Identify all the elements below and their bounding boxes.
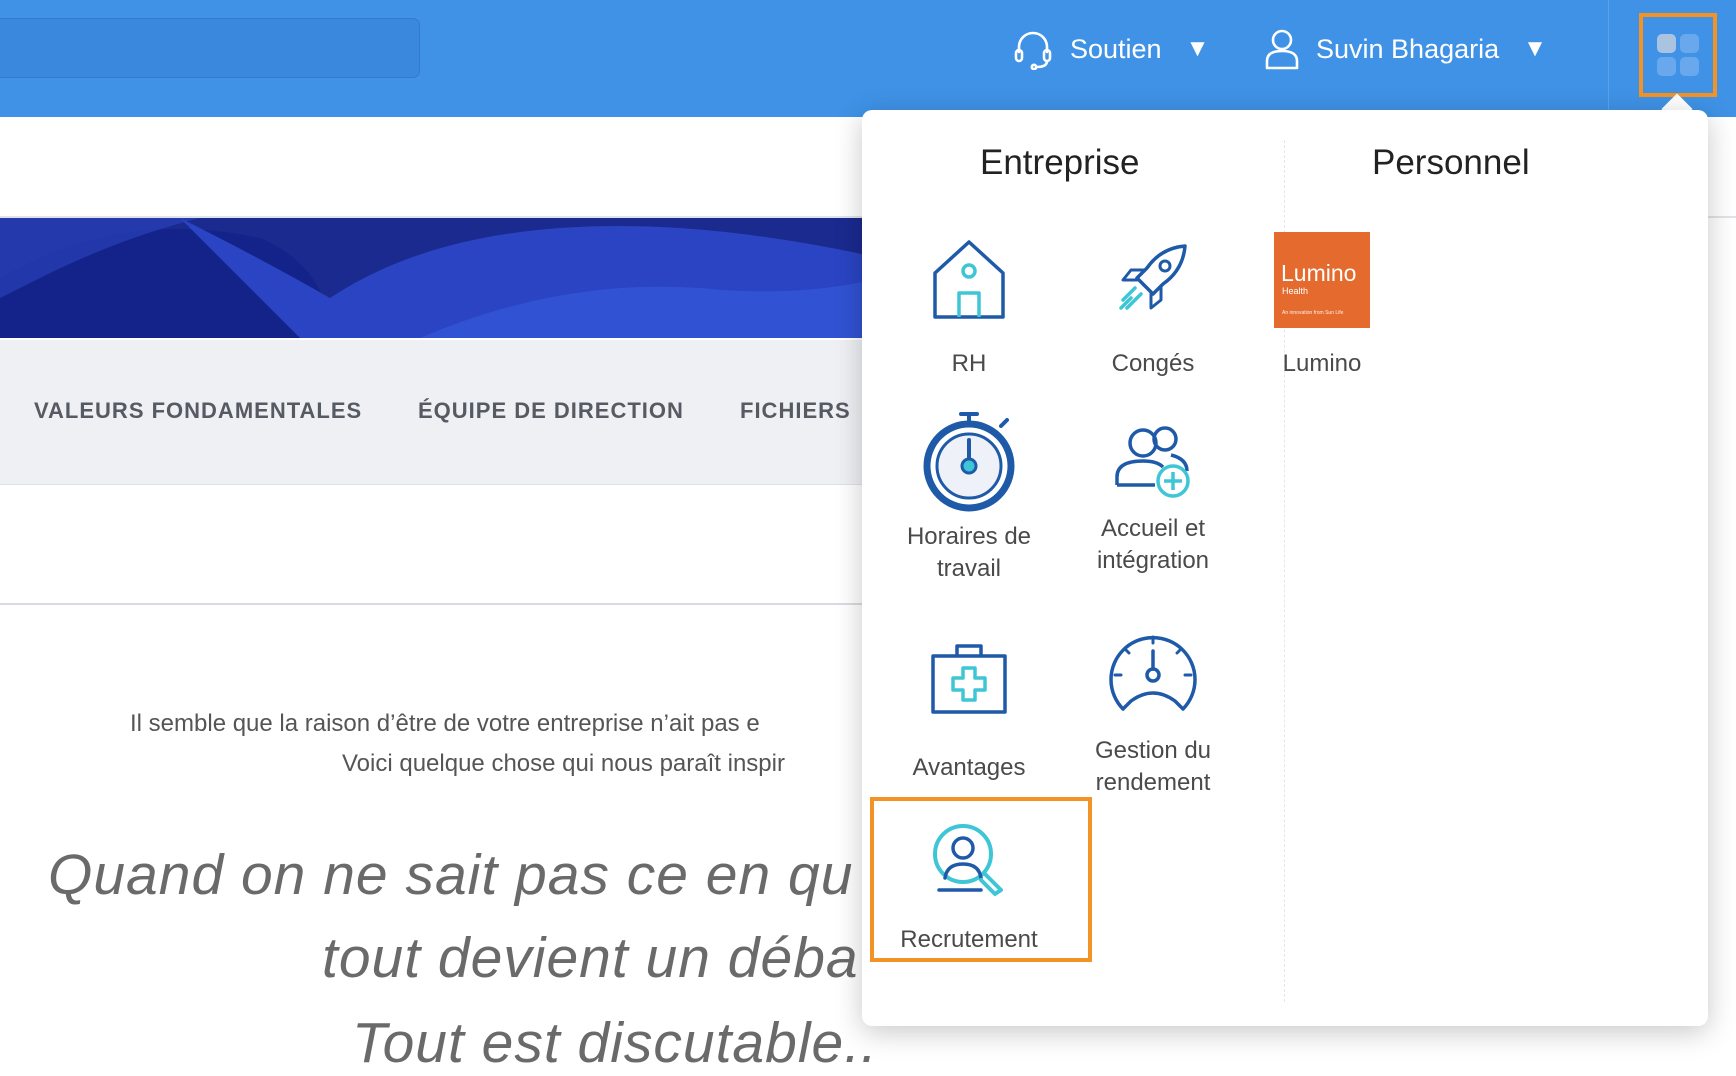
app-benefits[interactable]: Avantages <box>879 630 1059 790</box>
empty-purpose-message: Il semble que la raison d’être de votre … <box>130 710 760 737</box>
app-label: Accueil et intégration <box>1096 515 1210 574</box>
house-icon <box>919 230 1019 330</box>
quote-line: Tout est discutable.. <box>352 1011 878 1075</box>
stopwatch-icon <box>919 410 1019 512</box>
mountain-illustration <box>0 218 880 338</box>
app-label: Congés <box>1111 350 1195 377</box>
tab-core-values[interactable]: VALEURS FONDAMENTALES <box>34 398 362 424</box>
app-hr[interactable]: RH <box>879 230 1059 380</box>
app-switcher-dropdown: Entreprise Personnel RH Congés Horaires … <box>862 110 1708 1026</box>
medical-kit-icon <box>919 630 1019 730</box>
headset-icon <box>1014 31 1052 70</box>
app-label: Recrutement <box>900 926 1038 953</box>
app-label: RH <box>951 350 987 377</box>
app-label: Horaires de travail <box>906 523 1032 582</box>
rocket-icon <box>1103 230 1203 330</box>
header-divider <box>1608 0 1609 117</box>
grid-icon <box>1657 34 1676 53</box>
user-icon <box>1265 29 1299 70</box>
support-menu[interactable]: Soutien ▼ <box>1012 22 1209 76</box>
app-performance-management[interactable]: Gestion du rendement <box>1063 620 1243 810</box>
search-input[interactable] <box>0 18 420 78</box>
cover-banner <box>0 218 880 338</box>
app-switcher-button[interactable] <box>1639 13 1717 97</box>
app-lumino[interactable]: Lumino Health An innovation from Sun Lif… <box>1232 230 1412 380</box>
support-label: Soutien <box>1070 33 1162 64</box>
user-menu[interactable]: Suvin Bhagaria ▼ <box>1264 22 1547 76</box>
top-header: Soutien ▼ Suvin Bhagaria ▼ <box>0 0 1736 117</box>
caret-down-icon: ▼ <box>1523 35 1547 62</box>
candidate-search-icon <box>919 810 1019 910</box>
quote-line: tout devient un déba <box>322 926 859 990</box>
app-onboarding[interactable]: Accueil et intégration <box>1063 410 1243 600</box>
caret-down-icon: ▼ <box>1185 35 1210 62</box>
app-label: Gestion du rendement <box>1094 737 1212 796</box>
quote-line: Quand on ne sait pas ce en qu <box>48 843 854 907</box>
app-label: Lumino <box>1282 350 1362 377</box>
speedometer-icon <box>1103 620 1203 720</box>
tab-files[interactable]: FICHIERS <box>740 398 851 424</box>
section-divider <box>0 603 880 605</box>
inspiration-message: Voici quelque chose qui nous paraît insp… <box>342 750 785 777</box>
add-people-icon <box>1103 410 1203 510</box>
app-recruiting[interactable]: Recrutement <box>879 810 1059 960</box>
company-section-title: Entreprise <box>980 143 1140 182</box>
tab-leadership-team[interactable]: ÉQUIPE DE DIRECTION <box>418 398 684 424</box>
app-label: Avantages <box>912 754 1026 781</box>
user-name: Suvin Bhagaria <box>1316 33 1500 64</box>
lumino-logo: Lumino Health An innovation from Sun Lif… <box>1272 230 1372 330</box>
page-tabs: VALEURS FONDAMENTALES ÉQUIPE DE DIRECTIO… <box>0 340 880 485</box>
app-time-off[interactable]: Congés <box>1063 230 1243 380</box>
app-work-schedules[interactable]: Horaires de travail <box>879 410 1059 600</box>
personal-section-title: Personnel <box>1372 143 1530 182</box>
